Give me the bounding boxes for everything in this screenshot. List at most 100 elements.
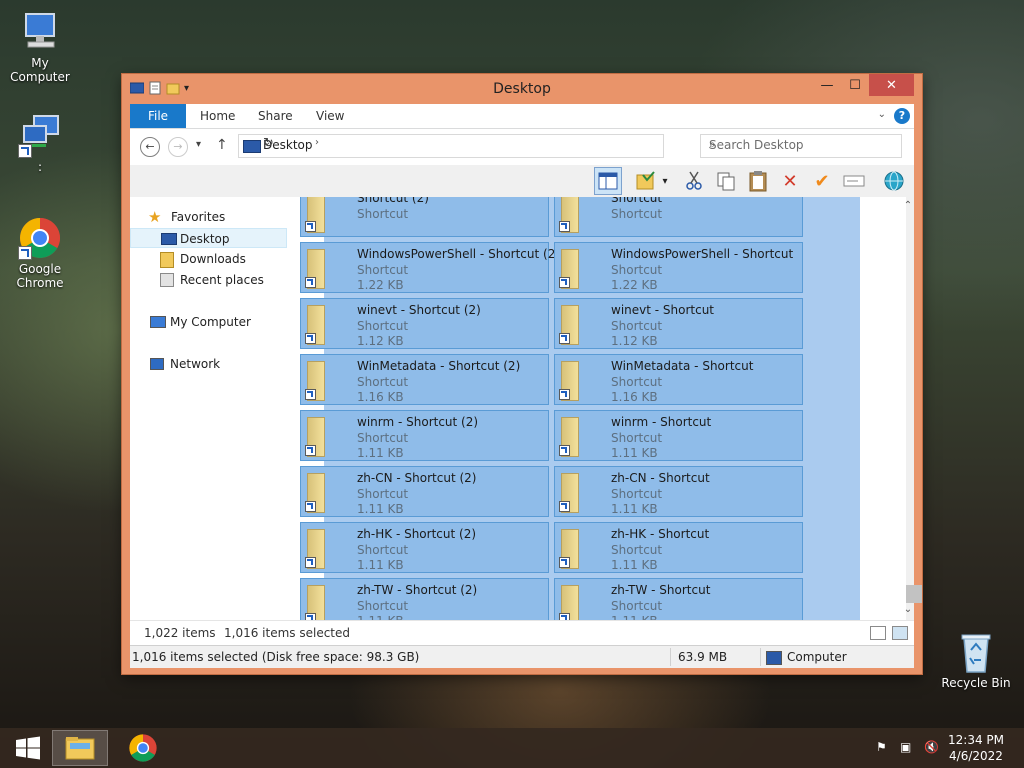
file-size: 1.22 KB xyxy=(357,278,404,292)
minimize-button[interactable]: — xyxy=(813,74,841,96)
view-options-dropdown-icon[interactable]: ▾ xyxy=(658,167,672,195)
computer-icon xyxy=(150,316,166,328)
file-type: Shortcut xyxy=(611,319,663,333)
explorer-window: ▾ Desktop — ☐ ✕ File Home Share View ⌄ ?… xyxy=(122,74,922,674)
desktop-icon-my-computer[interactable]: My Computer xyxy=(0,10,80,84)
scroll-up-icon[interactable]: ⌃ xyxy=(900,200,916,214)
back-button[interactable]: ← xyxy=(140,137,160,157)
nav-desktop[interactable]: Desktop xyxy=(130,228,287,248)
network-computer-icon xyxy=(18,114,62,158)
shortcut-arrow-icon xyxy=(305,333,316,344)
computer-icon xyxy=(766,651,782,665)
windows-logo-icon xyxy=(16,736,40,760)
file-item[interactable]: WindowsPowerShell - Shortcut Shortcut 1.22… xyxy=(554,242,803,293)
search-input[interactable]: Search Desktop ⌕ xyxy=(700,134,902,158)
select-check-icon[interactable]: ✔ xyxy=(808,167,836,195)
shortcut-arrow-icon xyxy=(559,557,570,568)
delete-icon[interactable]: ✕ xyxy=(776,167,804,195)
file-item[interactable]: winrm - Shortcut (2) Shortcut 1.11 KB xyxy=(300,410,549,461)
file-type: Shortcut xyxy=(611,263,663,277)
nav-recent-places[interactable]: Recent places xyxy=(130,270,280,290)
file-item[interactable]: zh-CN - Shortcut (2) Shortcut 1.11 KB xyxy=(300,466,549,517)
details-view-icon[interactable] xyxy=(870,626,886,640)
system-clock[interactable]: 12:34 PM 4/6/2022 xyxy=(948,732,1004,764)
address-bar[interactable]: Desktop › ⌄ ↻ xyxy=(238,134,664,158)
up-button[interactable]: ↑ xyxy=(216,137,228,153)
nav-downloads[interactable]: Downloads xyxy=(130,249,280,269)
file-name: zh-CN - Shortcut (2) xyxy=(357,471,477,485)
help-icon[interactable]: ? xyxy=(894,108,910,124)
status-bar: 1,016 items selected (Disk free space: 9… xyxy=(130,645,914,668)
large-icons-view-icon[interactable] xyxy=(892,626,908,640)
tab-file[interactable]: File xyxy=(130,104,186,128)
volume-muted-icon[interactable]: 🔇 xyxy=(924,740,939,754)
item-count: 1,022 items xyxy=(144,626,216,640)
refresh-icon[interactable]: ↻ xyxy=(263,136,657,151)
action-center-flag-icon[interactable]: ⚑ xyxy=(876,740,890,754)
file-size: 1.11 KB xyxy=(611,446,658,460)
file-item[interactable]: WindowsPowerShell - Shortcut (2) Shortcut… xyxy=(300,242,560,293)
file-item[interactable]: winevt - Shortcut (2) Shortcut 1.12 KB xyxy=(300,298,549,349)
tab-view[interactable]: View xyxy=(316,104,344,128)
forward-button[interactable]: → xyxy=(168,137,188,157)
properties-check-icon[interactable] xyxy=(632,167,660,195)
file-size: 1.16 KB xyxy=(611,390,658,404)
network-status-icon[interactable]: ▣ xyxy=(900,740,914,754)
file-name: winrm - Shortcut xyxy=(611,415,712,429)
search-icon[interactable]: ⌕ xyxy=(709,137,895,152)
tab-home[interactable]: Home xyxy=(200,104,235,128)
file-type: Shortcut xyxy=(357,319,409,333)
preview-pane-icon[interactable] xyxy=(594,167,622,195)
file-item[interactable]: Shortcut (2) Shortcut xyxy=(300,197,549,237)
taskbar: ⚑ ▣ 🔇 12:34 PM 4/6/2022 xyxy=(0,728,1024,768)
file-item[interactable]: zh-TW - Shortcut (2)Shortcut1.11 KB xyxy=(300,578,549,620)
shortcut-arrow-icon xyxy=(559,445,570,456)
scroll-down-icon[interactable]: ⌄ xyxy=(900,604,916,618)
rename-icon[interactable] xyxy=(840,167,868,195)
tab-share[interactable]: Share xyxy=(258,104,293,128)
paste-icon[interactable] xyxy=(744,167,772,195)
expand-ribbon-icon[interactable]: ⌄ xyxy=(878,109,886,120)
title-bar[interactable]: ▾ Desktop — ☐ ✕ xyxy=(122,74,922,104)
file-item[interactable]: zh-HK - Shortcut (2) Shortcut 1.11 KB xyxy=(300,522,549,573)
close-button[interactable]: ✕ xyxy=(869,74,914,96)
desktop-icon-google-chrome[interactable]: Google Chrome xyxy=(0,216,80,290)
nav-network[interactable]: Network xyxy=(130,354,280,374)
copy-icon[interactable] xyxy=(712,167,740,195)
shortcut-arrow-icon xyxy=(305,277,316,288)
file-item[interactable]: WinMetadata - Shortcut (2) Shortcut 1.16 K… xyxy=(300,354,549,405)
status-selection-details: 1,016 items selected (Disk free space: 9… xyxy=(132,650,420,664)
window-controls: — ☐ ✕ xyxy=(813,74,914,96)
globe-icon[interactable] xyxy=(880,167,908,195)
file-item[interactable]: winrm - Shortcut Shortcut 1.11 KB xyxy=(554,410,803,461)
desktop-icon-recycle-bin[interactable]: Recycle Bin xyxy=(936,630,1016,690)
scrollbar-thumb[interactable] xyxy=(906,585,922,603)
star-icon: ★ xyxy=(148,208,162,226)
file-name: zh-HK - Shortcut (2) xyxy=(357,527,477,541)
nav-favorites[interactable]: ★ Favorites xyxy=(130,207,280,227)
file-name: winevt - Shortcut (2) xyxy=(357,303,481,317)
vertical-scrollbar[interactable] xyxy=(906,197,922,620)
nav-my-computer[interactable]: My Computer xyxy=(130,312,280,332)
file-item[interactable]: zh-TW - ShortcutShortcut1.11 KB xyxy=(554,578,803,620)
file-type: Shortcut xyxy=(357,543,409,557)
start-button[interactable] xyxy=(0,730,56,766)
file-item[interactable]: winevt - Shortcut Shortcut 1.12 KB xyxy=(554,298,803,349)
file-name: winrm - Shortcut (2) xyxy=(357,415,479,429)
cut-icon[interactable] xyxy=(680,167,708,195)
file-name: WindowsPowerShell - Shortcut xyxy=(611,247,794,261)
file-type: Shortcut xyxy=(611,375,663,389)
file-item[interactable]: zh-CN - Shortcut Shortcut 1.11 KB xyxy=(554,466,803,517)
taskbar-chrome[interactable] xyxy=(115,730,171,766)
recent-locations-button[interactable]: ▾ xyxy=(196,139,201,150)
maximize-button[interactable]: ☐ xyxy=(841,74,869,96)
file-item[interactable]: zh-HK - Shortcut Shortcut 1.11 KB xyxy=(554,522,803,573)
clock-time: 12:34 PM xyxy=(948,733,1004,747)
chrome-icon xyxy=(18,216,62,260)
file-size: 1.16 KB xyxy=(357,390,404,404)
file-name: zh-CN - Shortcut xyxy=(611,471,710,485)
file-item[interactable]: WinMetadata - Shortcut Shortcut 1.16 KB xyxy=(554,354,803,405)
desktop-icon-network-shortcut[interactable]: ‪:‬ xyxy=(0,114,80,174)
taskbar-file-explorer[interactable] xyxy=(52,730,108,766)
file-item[interactable]: Shortcut Shortcut xyxy=(554,197,803,237)
